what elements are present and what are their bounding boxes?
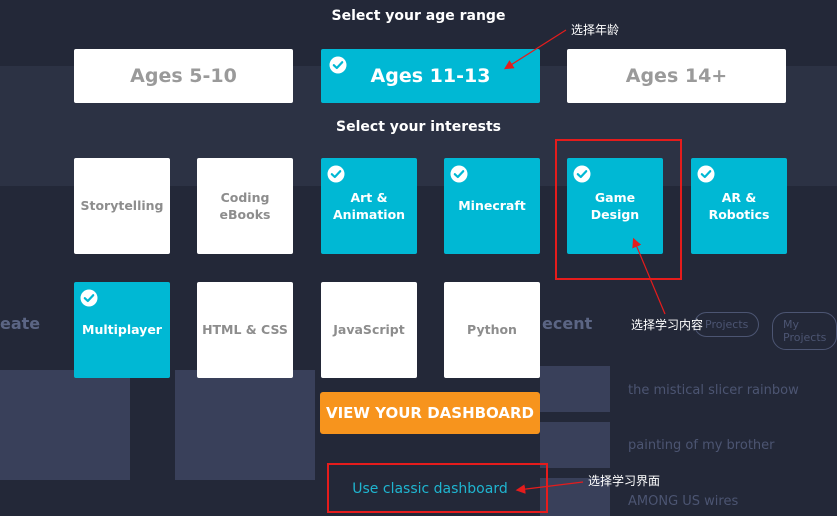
annotation-arrow-age	[503, 29, 567, 70]
annotation-label-content: 选择学习内容	[631, 318, 704, 332]
annotation-arrows	[503, 29, 666, 494]
annotation-arrow-interface	[515, 481, 584, 494]
onboarding-overlay: Select your age range Ages 5-10 Ages 11-…	[0, 0, 837, 516]
annotation-label-age: 选择年龄	[571, 23, 620, 37]
annotation-label-interface: 选择学习界面	[588, 474, 661, 488]
annotation-arrow-content	[632, 237, 666, 315]
